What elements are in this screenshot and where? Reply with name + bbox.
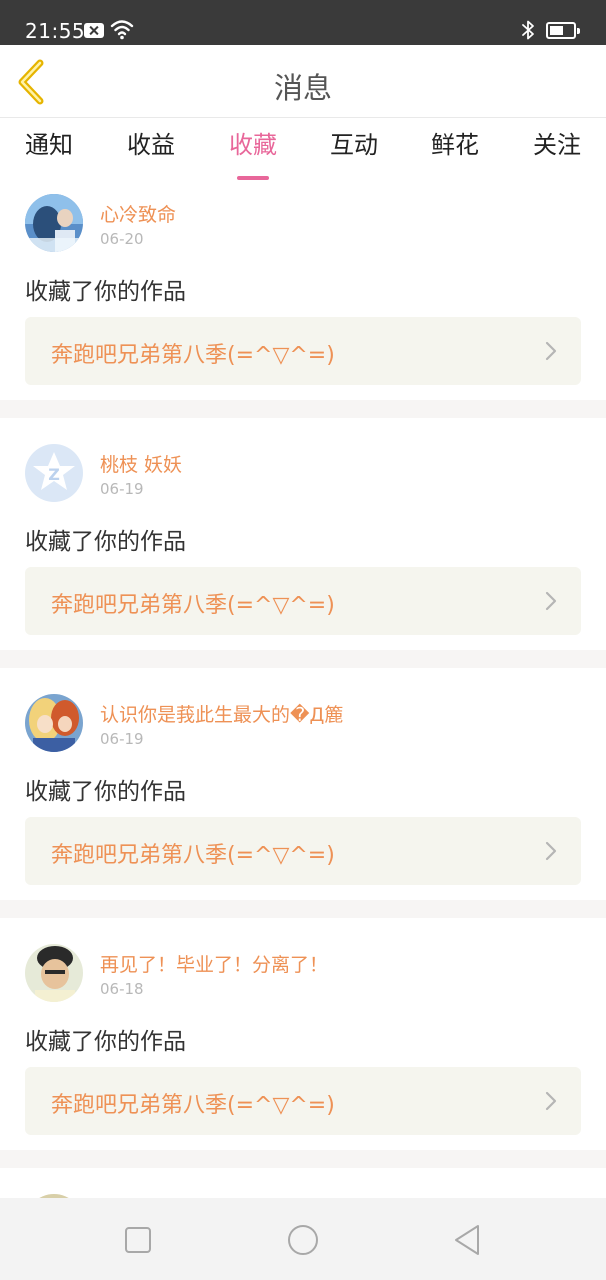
tab-earnings[interactable]: 收益 bbox=[116, 128, 186, 162]
message-action: 收藏了你的作品 bbox=[25, 779, 186, 805]
work-title: 奔跑吧兄弟第八季(=^▽^=) bbox=[51, 1093, 335, 1118]
message-action: 收藏了你的作品 bbox=[25, 1029, 186, 1055]
card-divider bbox=[0, 400, 606, 418]
message-card: 认识你是莪此生最大的�Д簏 06-19 收藏了你的作品 奔跑吧兄弟第八季(=^▽… bbox=[0, 680, 606, 930]
battery-icon bbox=[546, 22, 580, 39]
user-name[interactable]: 桃枝 妖妖 bbox=[100, 450, 182, 477]
message-action: 收藏了你的作品 bbox=[25, 279, 186, 305]
work-link[interactable]: 奔跑吧兄弟第八季(=^▽^=) bbox=[25, 567, 581, 635]
avatar[interactable] bbox=[25, 194, 83, 252]
work-link[interactable]: 奔跑吧兄弟第八季(=^▽^=) bbox=[25, 817, 581, 885]
work-title: 奔跑吧兄弟第八季(=^▽^=) bbox=[51, 593, 335, 618]
message-card bbox=[0, 1168, 606, 1198]
work-link[interactable]: 奔跑吧兄弟第八季(=^▽^=) bbox=[25, 1067, 581, 1135]
avatar[interactable] bbox=[25, 694, 83, 752]
sim-card-icon bbox=[84, 23, 104, 38]
work-title: 奔跑吧兄弟第八季(=^▽^=) bbox=[51, 843, 335, 868]
page-header: 消息 bbox=[0, 45, 606, 118]
user-name[interactable]: 心冷致命 bbox=[100, 200, 176, 227]
svg-text:Z: Z bbox=[48, 465, 60, 484]
chevron-right-icon bbox=[545, 341, 557, 361]
message-card: Z 桃枝 妖妖 06-19 收藏了你的作品 奔跑吧兄弟第八季(=^▽^=) bbox=[0, 430, 606, 680]
status-time: 21:55 bbox=[25, 19, 86, 43]
user-name[interactable]: 再见了！毕业了！分离了！ bbox=[100, 950, 328, 977]
avatar[interactable] bbox=[25, 944, 83, 1002]
home-icon[interactable] bbox=[285, 1222, 321, 1258]
tab-label: 收藏 bbox=[229, 131, 277, 159]
tab-flowers[interactable]: 鲜花 bbox=[420, 128, 490, 162]
work-link[interactable]: 奔跑吧兄弟第八季(=^▽^=) bbox=[25, 317, 581, 385]
system-nav-bar bbox=[0, 1198, 606, 1280]
tab-label: 关注 bbox=[533, 131, 581, 159]
message-date: 06-19 bbox=[100, 730, 144, 748]
page-title: 消息 bbox=[273, 71, 332, 105]
card-divider bbox=[0, 1150, 606, 1168]
tab-label: 鲜花 bbox=[431, 131, 479, 159]
card-divider bbox=[0, 650, 606, 668]
tab-label: 通知 bbox=[25, 131, 73, 159]
bluetooth-icon bbox=[522, 20, 534, 40]
message-date: 06-18 bbox=[100, 980, 144, 998]
tab-notifications[interactable]: 通知 bbox=[14, 128, 84, 162]
avatar[interactable]: Z bbox=[25, 444, 83, 502]
back-nav-icon[interactable] bbox=[450, 1222, 486, 1258]
work-title: 奔跑吧兄弟第八季(=^▽^=) bbox=[51, 343, 335, 368]
user-name[interactable]: 认识你是莪此生最大的�Д簏 bbox=[100, 700, 343, 727]
status-bar: 21:55 bbox=[0, 0, 606, 45]
wifi-icon bbox=[110, 20, 134, 40]
chevron-right-icon bbox=[545, 841, 557, 861]
tab-follows[interactable]: 关注 bbox=[522, 128, 592, 162]
message-card: 心冷致命 06-20 收藏了你的作品 奔跑吧兄弟第八季(=^▽^=) bbox=[0, 180, 606, 430]
recent-apps-icon[interactable] bbox=[120, 1222, 156, 1258]
tab-interactions[interactable]: 互动 bbox=[319, 128, 389, 162]
message-card: 再见了！毕业了！分离了！ 06-18 收藏了你的作品 奔跑吧兄弟第八季(=^▽^… bbox=[0, 930, 606, 1180]
chevron-right-icon bbox=[545, 591, 557, 611]
message-action: 收藏了你的作品 bbox=[25, 529, 186, 555]
card-divider bbox=[0, 900, 606, 918]
message-date: 06-20 bbox=[100, 230, 144, 248]
tab-favorites[interactable]: 收藏 bbox=[218, 128, 288, 180]
message-date: 06-19 bbox=[100, 480, 144, 498]
tab-label: 收益 bbox=[127, 131, 175, 159]
tab-label: 互动 bbox=[330, 131, 378, 159]
tab-bar: 通知 收益 收藏 互动 鲜花 关注 bbox=[0, 118, 606, 180]
chevron-right-icon bbox=[545, 1091, 557, 1111]
